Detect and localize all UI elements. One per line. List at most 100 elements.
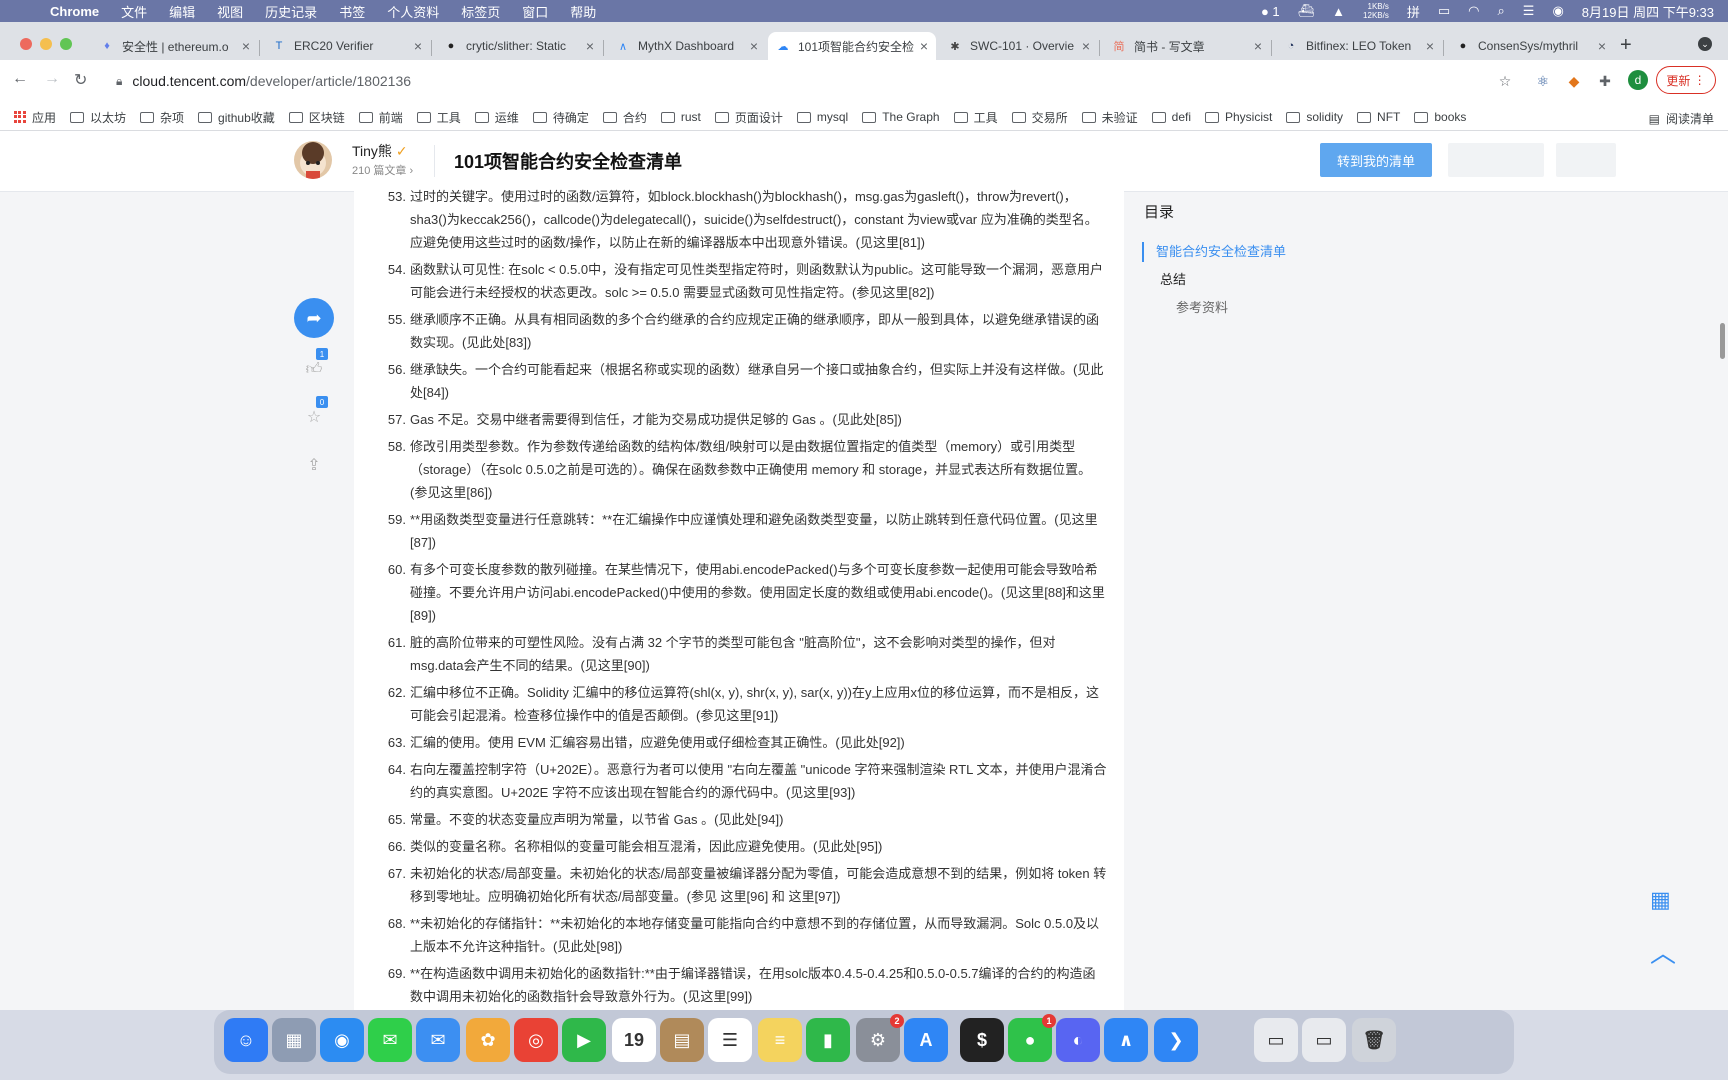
bookmark-folder[interactable]: 工具 <box>416 109 461 126</box>
address-bar[interactable]: 🔒︎ cloud.tencent.com/developer/article/1… <box>104 66 1504 96</box>
dock-photos-icon[interactable]: ✿ <box>466 1018 510 1062</box>
bookmark-folder[interactable]: solidity <box>1286 110 1343 124</box>
bookmark-folder[interactable]: 待确定 <box>532 109 589 126</box>
bookmark-folder[interactable]: 页面设计 <box>714 109 783 126</box>
dock-terminal-icon[interactable]: $ <box>960 1018 1004 1062</box>
tab-swc-101[interactable]: ✱ SWC-101 · Overvie × <box>940 32 1098 60</box>
menu-window[interactable]: 窗口 <box>522 2 548 21</box>
tab-close-icon[interactable]: × <box>1598 38 1606 54</box>
dock-wechat-icon[interactable]: ● 1 <box>1008 1014 1056 1062</box>
tab-close-icon[interactable]: × <box>1426 38 1434 54</box>
menu-profiles[interactable]: 个人资料 <box>387 2 439 21</box>
dock-trash-icon[interactable]: 🗑 <box>1352 1018 1396 1062</box>
menu-edit[interactable]: 编辑 <box>169 2 195 21</box>
favorite-button[interactable]: ☆ 0 <box>294 396 334 434</box>
tab-search-icon[interactable]: ⌄ <box>1698 37 1712 51</box>
dock-discord-icon[interactable]: ◐ <box>1056 1018 1100 1062</box>
menubar-clock[interactable]: 8月19日 周四 下午9:33 <box>1582 2 1714 21</box>
dock-numbers-icon[interactable]: ▮ <box>806 1018 850 1062</box>
bookmark-folder[interactable]: 杂项 <box>140 109 184 126</box>
tab-mythx-dashboard[interactable]: ∧ MythX Dashboard × <box>608 32 766 60</box>
tab-erc20-verifier[interactable]: T ERC20 Verifier × <box>264 32 430 60</box>
header-secondary-button[interactable] <box>1448 143 1544 177</box>
dock-calendar-icon[interactable]: 19 <box>612 1018 656 1062</box>
dock-reminders-icon[interactable]: ☰ <box>708 1018 752 1062</box>
tab-close-icon[interactable]: × <box>920 38 928 54</box>
dock-facetime-icon[interactable]: ▶ <box>562 1018 606 1062</box>
export-button[interactable]: ⇪ <box>294 448 334 482</box>
reload-icon[interactable]: ↻ <box>74 70 87 90</box>
tab-close-icon[interactable]: × <box>1254 38 1262 54</box>
bookmark-folder[interactable]: NFT <box>1357 110 1400 124</box>
page-scrollbar[interactable] <box>1718 131 1728 1010</box>
control-center-icon[interactable]: ☰ <box>1523 3 1535 19</box>
bookmark-folder[interactable]: github收藏 <box>198 109 275 126</box>
dock-launchpad-icon[interactable]: ▦ <box>272 1018 316 1062</box>
dock-finder-icon[interactable]: ☺ <box>224 1018 268 1062</box>
bookmark-folder[interactable]: The Graph <box>862 110 940 124</box>
dock-chrome-icon[interactable]: ◎ <box>514 1018 558 1062</box>
toc-item-checklist[interactable]: 智能合约安全检查清单 <box>1142 242 1404 262</box>
tab-close-icon[interactable]: × <box>414 38 422 54</box>
dock-downloads-icon[interactable]: ▭ <box>1302 1018 1346 1062</box>
tab-close-icon[interactable]: × <box>750 38 758 54</box>
update-button[interactable]: 更新 ⋮ <box>1656 66 1716 94</box>
dock-messages-icon[interactable]: ✉ <box>368 1018 412 1062</box>
dock-app-store-icon[interactable]: A <box>904 1018 948 1062</box>
menu-history[interactable]: 历史记录 <box>265 2 317 21</box>
tab-ethereum-security[interactable]: ♦ 安全性 | ethereum.o × <box>92 32 258 60</box>
dock-notes-brown-icon[interactable]: ▤ <box>660 1018 704 1062</box>
go-to-my-checklist-button[interactable]: 转到我的清单 <box>1320 143 1432 177</box>
bookmark-folder[interactable]: books <box>1414 110 1466 124</box>
tab-close-icon[interactable]: × <box>1082 38 1090 54</box>
input-method-icon[interactable]: 拼 <box>1407 2 1420 21</box>
metamask-fox-icon[interactable]: ◆ <box>1565 72 1583 90</box>
bookmark-folder[interactable]: rust <box>660 110 701 124</box>
author-avatar[interactable] <box>294 141 332 179</box>
bookmark-folder[interactable]: 以太坊 <box>70 109 126 126</box>
profile-avatar[interactable]: d <box>1628 70 1648 90</box>
tab-close-icon[interactable]: × <box>242 38 250 54</box>
dock-system-preferences-icon[interactable]: ⚙ 2 <box>856 1014 904 1062</box>
unlock-icon[interactable]: ▲ <box>1332 4 1345 19</box>
tab-slither[interactable]: ● crytic/slither: Static × <box>436 32 602 60</box>
qr-code-icon[interactable]: ▦ <box>1650 887 1671 913</box>
tab-bitfinex-leo[interactable]: ◔ Bitfinex: LEO Token × <box>1276 32 1442 60</box>
dock-notes-icon[interactable]: ≡ <box>758 1018 802 1062</box>
reading-list-button[interactable]: ▤ 阅读清单 <box>1649 110 1714 127</box>
author-article-count[interactable]: 210 篇文章 › <box>352 162 413 178</box>
lock-icon[interactable]: 🔒︎ <box>116 74 122 89</box>
scrollbar-thumb[interactable] <box>1720 323 1725 359</box>
author-name[interactable]: Tiny熊 ✓ <box>352 141 408 161</box>
react-devtools-icon[interactable]: ⚛ <box>1534 72 1552 90</box>
menu-help[interactable]: 帮助 <box>570 2 596 21</box>
header-tertiary-button[interactable] <box>1556 143 1616 177</box>
close-window-icon[interactable] <box>20 38 32 50</box>
wechat-status-icon[interactable]: ● 1 <box>1261 4 1280 19</box>
zoom-window-icon[interactable] <box>60 38 72 50</box>
dock-preview-icon[interactable]: ▭ <box>1254 1018 1298 1062</box>
minimize-window-icon[interactable] <box>40 38 52 50</box>
bookmark-folder[interactable]: 前端 <box>358 109 403 126</box>
dock-vscode-icon[interactable]: ❯ <box>1154 1018 1198 1062</box>
toc-item-references[interactable]: 参考资料 <box>1144 298 1404 318</box>
menu-file[interactable]: 文件 <box>121 2 147 21</box>
bookmark-folder[interactable]: 运维 <box>474 109 519 126</box>
siri-icon[interactable]: ◉ <box>1552 3 1563 19</box>
dock-mail-icon[interactable]: ✉ <box>416 1018 460 1062</box>
tab-mythril[interactable]: ● ConsenSys/mythril × <box>1448 32 1614 60</box>
like-button[interactable]: 👍︎ 1 <box>294 348 334 386</box>
spotlight-search-icon[interactable]: ⌕ <box>1498 3 1505 19</box>
tab-jianshu[interactable]: 简简书 - 写文章 × <box>1104 32 1270 60</box>
bookmark-folder[interactable]: 工具 <box>953 109 998 126</box>
bookmark-star-icon[interactable]: ☆ <box>1496 72 1514 90</box>
bookmark-apps[interactable]: 应用 <box>14 109 56 126</box>
extensions-puzzle-icon[interactable]: ✚ <box>1596 72 1614 90</box>
forward-arrow-icon[interactable]: → <box>44 70 60 88</box>
bookmark-folder[interactable]: Physicist <box>1205 110 1272 124</box>
back-to-top-chevron-icon[interactable]: ︿ <box>1650 933 1676 970</box>
menu-view[interactable]: 视图 <box>217 2 243 21</box>
bookmark-folder[interactable]: mysql <box>796 110 848 124</box>
back-arrow-icon[interactable]: ← <box>12 70 28 88</box>
toc-item-summary[interactable]: 总结 <box>1144 270 1404 290</box>
